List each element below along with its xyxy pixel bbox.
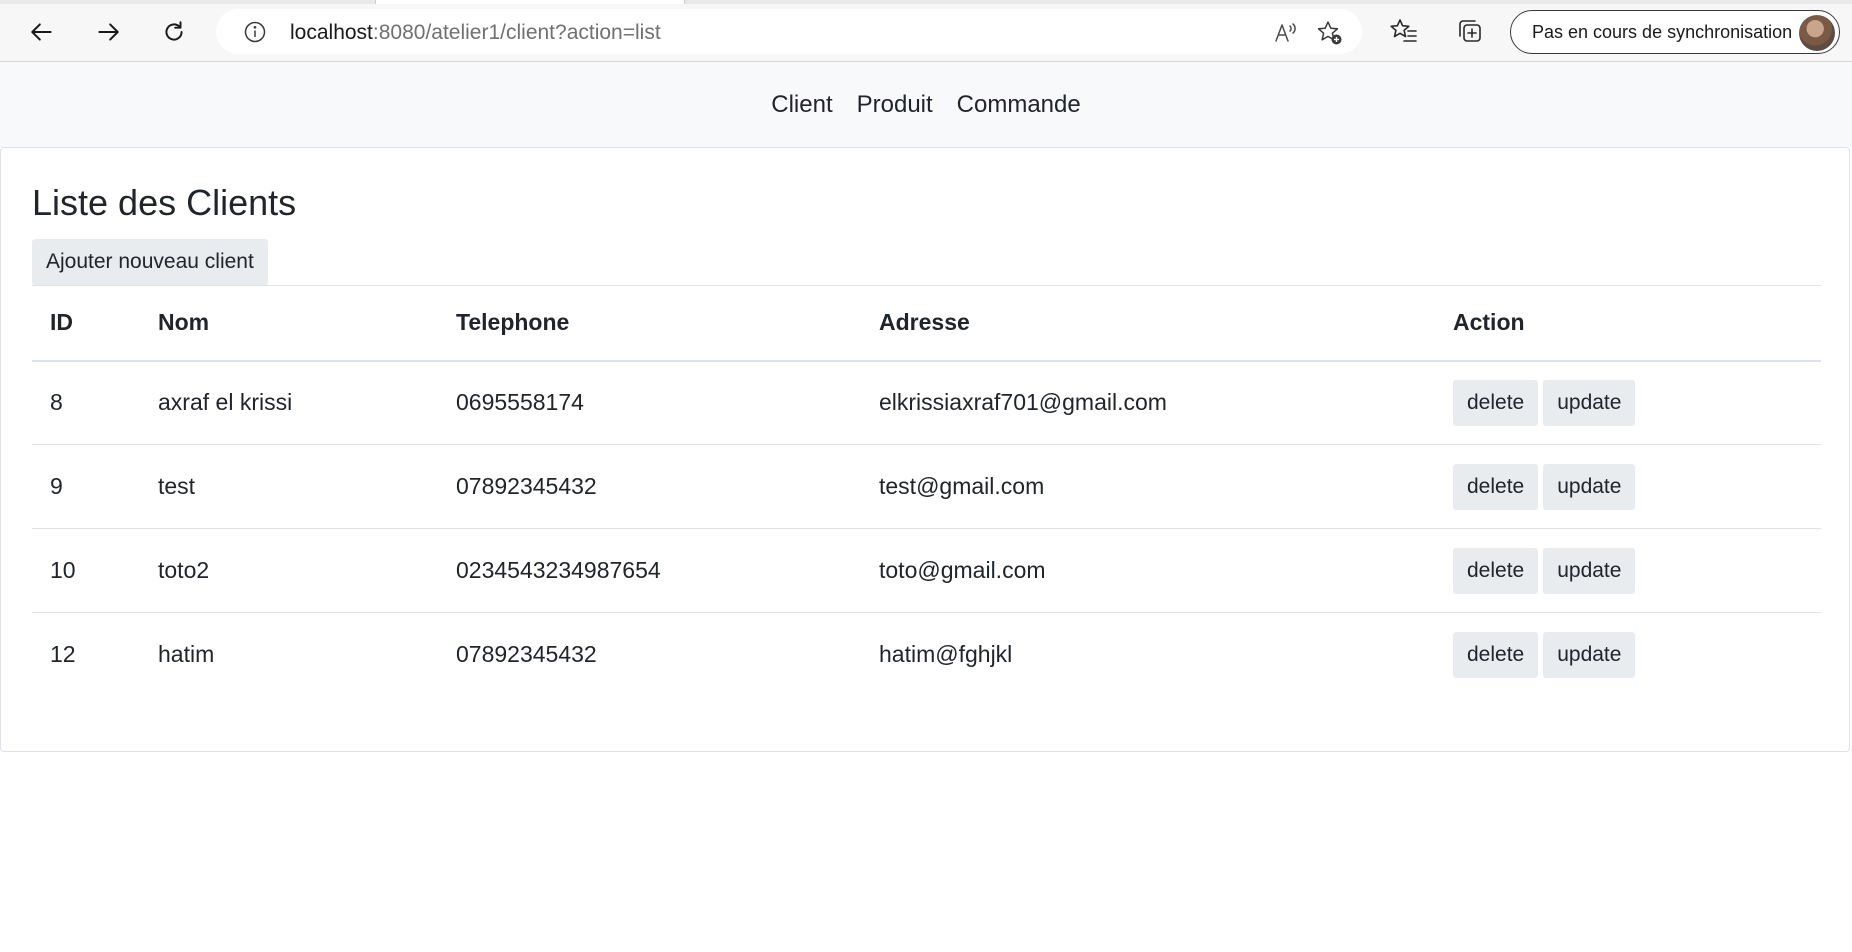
address-bar[interactable]: localhost:8080/atelier1/client?action=li… <box>216 9 1362 54</box>
read-aloud-icon[interactable] <box>1272 19 1300 47</box>
table-header: ID Nom Telephone Adresse Action <box>32 285 1821 361</box>
table-row: 8 axraf el krissi 0695558174 elkrissiaxr… <box>32 361 1821 445</box>
update-button[interactable]: update <box>1543 463 1636 510</box>
active-tab[interactable] <box>375 0 685 4</box>
cell-telephone: 0234543234987654 <box>456 557 661 583</box>
nav-link-commande[interactable]: Commande <box>957 91 1081 119</box>
avatar <box>1799 15 1835 51</box>
main-navbar: Client Produit Commande <box>0 62 1852 147</box>
table-body: 8 axraf el krissi 0695558174 elkrissiaxr… <box>32 361 1821 697</box>
url-host: localhost <box>290 21 373 44</box>
cell-telephone: 0695558174 <box>456 389 584 416</box>
delete-button[interactable]: delete <box>1453 379 1539 426</box>
profile-button[interactable]: Pas en cours de synchronisation <box>1510 10 1840 54</box>
delete-button[interactable]: delete <box>1453 547 1539 594</box>
clients-table: ID Nom Telephone Adresse Action 8 axraf … <box>32 285 1821 697</box>
cell-id: 12 <box>50 641 76 668</box>
delete-button[interactable]: delete <box>1453 463 1539 510</box>
cell-id: 8 <box>50 389 63 416</box>
nav-link-produit[interactable]: Produit <box>857 91 933 119</box>
header-id: ID <box>50 309 73 336</box>
nav-link-client[interactable]: Client <box>771 91 832 119</box>
table-header-row: ID Nom Telephone Adresse Action <box>32 285 1821 361</box>
collections-icon[interactable] <box>1452 13 1488 49</box>
cell-action: delete update <box>1435 613 1821 697</box>
cell-adresse: elkrissiaxraf701@gmail.com <box>879 389 1167 416</box>
cell-adresse: test@gmail.com <box>879 473 1045 499</box>
add-client-button[interactable]: Ajouter nouveau client <box>32 239 268 285</box>
favorites-icon[interactable] <box>1386 13 1422 49</box>
cell-nom: axraf el krissi <box>158 389 293 416</box>
table-row: 9 test 07892345432 test@gmail.com delete… <box>32 445 1821 529</box>
update-button[interactable]: update <box>1543 379 1636 426</box>
header-nom: Nom <box>158 309 210 336</box>
table-row: 12 hatim 07892345432 hatim@fghjkl delete… <box>32 613 1821 697</box>
info-icon[interactable] <box>242 19 268 45</box>
cell-id: 9 <box>50 473 63 499</box>
header-action: Action <box>1453 309 1525 336</box>
table-row: 10 toto2 0234543234987654 toto@gmail.com… <box>32 529 1821 613</box>
forward-arrow-icon[interactable] <box>88 12 128 52</box>
update-button[interactable]: update <box>1543 547 1636 594</box>
delete-button[interactable]: delete <box>1453 631 1539 678</box>
header-adresse: Adresse <box>879 309 970 336</box>
tab-strip <box>0 0 1852 4</box>
content-card: Liste des Clients Ajouter nouveau client… <box>0 147 1850 752</box>
cell-action: delete update <box>1435 445 1821 529</box>
header-telephone: Telephone <box>456 309 570 336</box>
cell-nom: hatim <box>158 641 215 668</box>
cell-action: delete update <box>1435 529 1821 613</box>
cell-adresse: toto@gmail.com <box>879 557 1046 583</box>
browser-toolbar: localhost:8080/atelier1/client?action=li… <box>0 0 1852 62</box>
cell-telephone: 07892345432 <box>456 641 597 668</box>
page-title: Liste des Clients <box>32 182 297 223</box>
cell-action: delete update <box>1435 361 1821 445</box>
url-path: :8080/atelier1/client?action=list <box>372 21 661 44</box>
cell-adresse: hatim@fghjkl <box>879 641 1013 668</box>
refresh-icon[interactable] <box>154 12 194 52</box>
url-text[interactable]: localhost:8080/atelier1/client?action=li… <box>290 21 661 45</box>
cell-nom: toto2 <box>158 557 210 583</box>
back-arrow-icon[interactable] <box>22 12 62 52</box>
add-favorite-icon[interactable] <box>1316 19 1344 47</box>
profile-sync-label: Pas en cours de synchronisation <box>1532 22 1793 42</box>
cell-id: 10 <box>50 557 76 583</box>
cell-nom: test <box>158 473 196 499</box>
update-button[interactable]: update <box>1543 631 1636 678</box>
cell-telephone: 07892345432 <box>456 473 597 499</box>
